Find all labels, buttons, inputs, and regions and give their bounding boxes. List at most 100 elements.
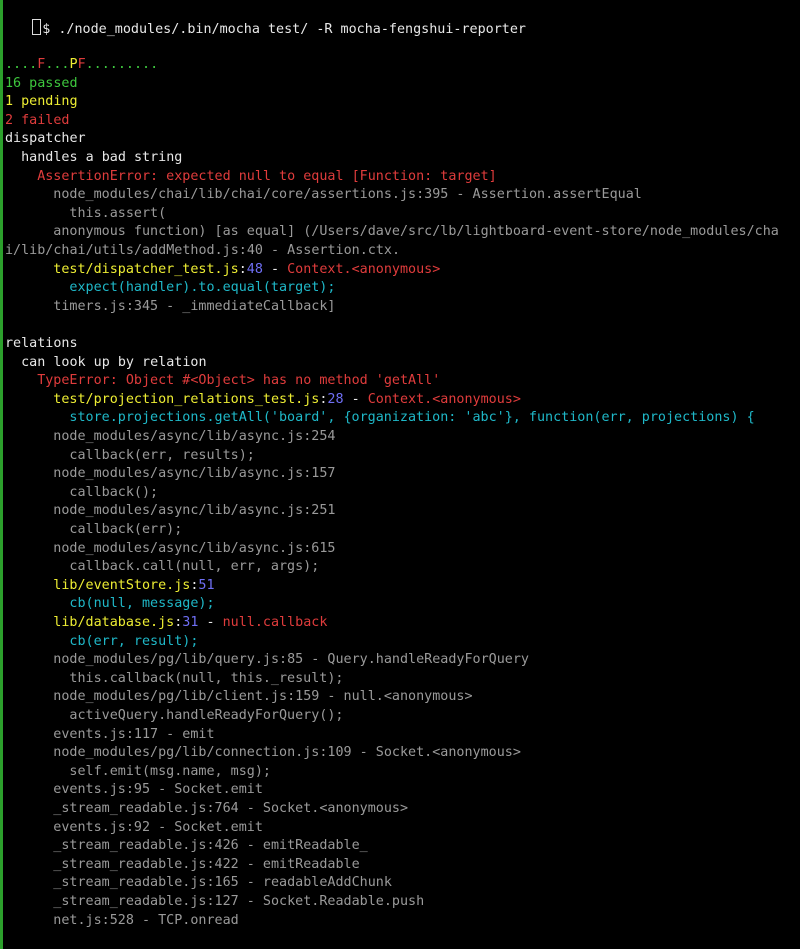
- output-line: relations: [5, 335, 78, 354]
- output-line: dispatcher: [5, 130, 86, 149]
- output-line: self.emit(msg.name, msg);: [69, 763, 271, 782]
- output-span: lib/database.js: [53, 615, 175, 630]
- output-span: node_modules/async/lib/async.js:615: [53, 540, 336, 556]
- output-span: dispatcher: [5, 131, 86, 147]
- output-span: 16 passed: [5, 75, 78, 91]
- output-line: events.js:95 - Socket.emit: [53, 781, 263, 800]
- output-span: expect(handler).to.equal(target);: [69, 280, 336, 296]
- output-span: i/lib/chai/utils/addMethod.js:40 - Asser…: [5, 243, 401, 258]
- output-line: _stream_readable.js:764 - Socket.<anonym…: [53, 800, 408, 819]
- output-line: store.projections.getAll('board', {organ…: [69, 409, 754, 428]
- output-span: test/projection_relations_test.js: [53, 391, 320, 407]
- output-span: this.assert(: [69, 205, 167, 221]
- output-span: callback(err, results);: [69, 447, 255, 463]
- output-span: _stream_readable.js:127 - Socket.Readabl…: [53, 894, 425, 909]
- output-span: ...: [45, 57, 70, 72]
- output-span: lib/eventStore.js: [53, 577, 191, 593]
- output-span: _stream_readable.js:426 - emitReadable_: [53, 838, 368, 854]
- command-line: $ ./node_modules/.bin/mocha test/ -R moc…: [0, 0, 526, 37]
- output-line: _stream_readable.js:422 - emitReadable: [53, 856, 359, 875]
- output-line: callback.call(null, err, args);: [69, 558, 319, 577]
- output-span: node_modules/async/lib/async.js:157: [53, 466, 336, 482]
- output-line: cb(null, message);: [69, 595, 214, 614]
- output-span: _stream_readable.js:165 - readableAddChu…: [53, 875, 392, 891]
- output-line: this.assert(: [69, 205, 166, 224]
- output-span: node_modules/async/lib/async.js:254: [53, 429, 336, 444]
- output-span: activeQuery.handleReadyForQuery();: [69, 708, 344, 723]
- output-line: AssertionError: expected null to equal […: [37, 168, 497, 187]
- output-span: test/dispatcher_test.js: [53, 261, 239, 277]
- output-line: node_modules/chai/lib/chai/core/assertio…: [53, 186, 642, 205]
- output-line: callback();: [69, 484, 158, 503]
- output-line: callback(err);: [69, 521, 182, 540]
- output-line: events.js:92 - Socket.emit: [53, 819, 263, 838]
- output-line: anonymous function) [as equal] (/Users/d…: [53, 223, 779, 242]
- output-line: TypeError: Object #<Object> has no metho…: [37, 372, 440, 391]
- output-span: events.js:92 - Socket.emit: [53, 819, 263, 835]
- output-span: :: [238, 261, 247, 277]
- output-line: lib/eventStore.js:51: [53, 577, 214, 596]
- output-span: 31: [182, 615, 199, 630]
- output-span: Context.<anonymous>: [367, 391, 521, 407]
- output-span: cb(err, result);: [69, 633, 199, 649]
- terminal-window[interactable]: $ ./node_modules/.bin/mocha test/ -R moc…: [0, 0, 800, 949]
- cursor-icon: [32, 18, 42, 35]
- output-span: can look up by relation: [21, 354, 207, 370]
- output-line: node_modules/pg/lib/connection.js:109 - …: [53, 744, 521, 763]
- output-span: null.callback: [222, 615, 328, 630]
- output-span: -: [198, 615, 223, 630]
- output-span: cb(null, message);: [69, 596, 215, 612]
- output-span: ....: [5, 57, 38, 72]
- output-line: net.js:528 - TCP.onread: [53, 912, 238, 931]
- output-span: .........: [85, 57, 159, 72]
- output-line: node_modules/pg/lib/query.js:85 - Query.…: [53, 651, 529, 670]
- output-line: this.callback(null, this._result);: [69, 670, 343, 689]
- output-span: node_modules/pg/lib/client.js:159 - null…: [53, 689, 473, 705]
- command-text: $ ./node_modules/.bin/mocha test/ -R moc…: [42, 21, 526, 37]
- prompt-gutter-bar: [0, 0, 3, 949]
- output-span: 51: [198, 577, 215, 593]
- output-line: i/lib/chai/utils/addMethod.js:40 - Asser…: [5, 242, 400, 261]
- output-line: 2 failed: [5, 112, 70, 131]
- output-span: callback();: [69, 484, 159, 500]
- output-line: test/dispatcher_test.js:48 - Context.<an…: [53, 261, 440, 280]
- output-line: callback(err, results);: [69, 447, 254, 466]
- output-span: 1 pending: [5, 94, 78, 110]
- output-line: node_modules/async/lib/async.js:615: [53, 540, 335, 559]
- output-line: lib/database.js:31 - null.callback: [53, 614, 327, 633]
- output-line: _stream_readable.js:426 - emitReadable_: [53, 837, 367, 856]
- output-span: callback(err);: [69, 522, 183, 537]
- output-line: timers.js:345 - _immediateCallback]: [53, 298, 335, 317]
- output-line: node_modules/async/lib/async.js:157: [53, 465, 335, 484]
- output-span: 48: [246, 261, 263, 277]
- output-line: handles a bad string: [21, 149, 182, 168]
- output-span: anonymous function) [as equal] (/Users/d…: [53, 224, 779, 240]
- output-line: ....F...PF.........: [5, 56, 158, 75]
- output-line: events.js:117 - emit: [53, 726, 214, 745]
- output-line: _stream_readable.js:165 - readableAddChu…: [53, 874, 392, 893]
- output-span: -: [343, 391, 368, 407]
- output-span: self.emit(msg.name, msg);: [69, 763, 271, 779]
- output-line: activeQuery.handleReadyForQuery();: [69, 707, 343, 726]
- output-span: callback.call(null, err, args);: [69, 559, 320, 575]
- output-span: 28: [327, 391, 344, 407]
- output-line: _stream_readable.js:127 - Socket.Readabl…: [53, 893, 424, 912]
- output-span: P: [69, 57, 78, 72]
- output-span: F: [77, 57, 86, 72]
- output-span: AssertionError: expected null to equal […: [37, 168, 497, 184]
- output-span: store.projections.getAll('board', {organ…: [69, 410, 755, 426]
- output-span: Context.<anonymous>: [287, 261, 441, 277]
- output-span: handles a bad string: [21, 150, 183, 165]
- output-span: timers.js:345 - _immediateCallback]: [53, 298, 336, 314]
- output-span: net.js:528 - TCP.onread: [53, 912, 239, 928]
- output-span: _stream_readable.js:764 - Socket.<anonym…: [53, 801, 409, 816]
- output-span: 2 failed: [5, 112, 70, 128]
- output-span: -: [262, 261, 288, 277]
- output-line: node_modules/pg/lib/client.js:159 - null…: [53, 688, 472, 707]
- output-line: 16 passed: [5, 75, 78, 94]
- output-line: 1 pending: [5, 93, 78, 112]
- output-span: this.callback(null, this._result);: [69, 670, 344, 686]
- output-line: cb(err, result);: [69, 633, 198, 652]
- output-span: relations: [5, 336, 78, 351]
- output-line: node_modules/async/lib/async.js:251: [53, 502, 335, 521]
